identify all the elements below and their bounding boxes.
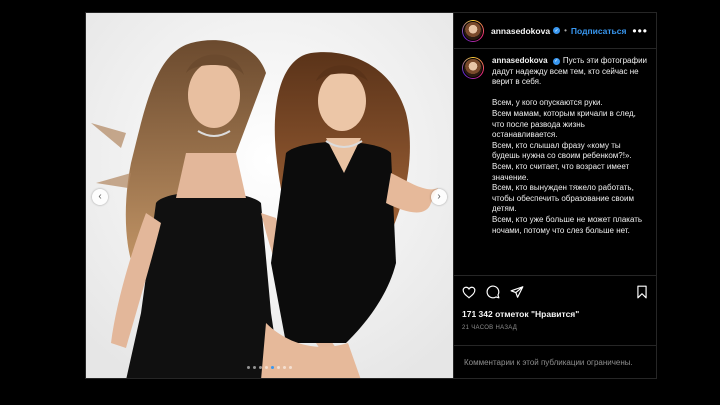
- heart-icon[interactable]: [462, 286, 476, 299]
- post-timestamp[interactable]: 21 ЧАСОВ НАЗАД: [454, 319, 656, 331]
- post-photo-carousel[interactable]: ‹ ›: [86, 13, 453, 378]
- caption-avatar[interactable]: [462, 57, 484, 79]
- carousel-dot: [253, 366, 256, 369]
- chevron-left-icon[interactable]: ‹: [92, 189, 108, 205]
- username-link[interactable]: annasedokova: [491, 26, 550, 36]
- post-photo: [86, 13, 453, 378]
- comments-disabled-notice: Комментарии к этой публикации ограничены…: [454, 345, 656, 378]
- caption-text: Пусть эти фотографии дадут надежду всем …: [492, 56, 648, 235]
- instagram-post: ‹ › annasedokova ✓ • Подписаться ••• ann…: [85, 12, 657, 379]
- comment-icon[interactable]: [486, 285, 500, 299]
- more-options-icon[interactable]: •••: [632, 24, 648, 38]
- action-bar: [454, 275, 656, 308]
- carousel-dot: [265, 366, 268, 369]
- carousel-dot: [283, 366, 286, 369]
- follow-button[interactable]: Подписаться: [571, 26, 627, 36]
- chevron-right-icon[interactable]: ›: [431, 189, 447, 205]
- verified-badge-icon: ✓: [553, 27, 561, 34]
- caption-verified-badge-icon: ✓: [552, 57, 560, 65]
- carousel-dot: [277, 366, 280, 369]
- bookmark-icon[interactable]: [636, 285, 648, 299]
- carousel-dot: [259, 366, 262, 369]
- post-header: annasedokova ✓ • Подписаться •••: [454, 13, 656, 49]
- carousel-dot: [271, 366, 274, 369]
- carousel-dot: [289, 366, 292, 369]
- caption-text-block: annasedokova ✓ Пусть эти фотографии дадут…: [492, 56, 648, 275]
- carousel-dot: [247, 366, 250, 369]
- carousel-indicator: [86, 366, 453, 369]
- caption-username-link[interactable]: annasedokova: [492, 56, 548, 65]
- post-side-panel: annasedokova ✓ • Подписаться ••• annased…: [453, 13, 656, 378]
- likes-count[interactable]: 171 342 отметок "Нравится": [454, 309, 656, 319]
- avatar[interactable]: [462, 19, 484, 42]
- separator-dot: •: [564, 26, 567, 35]
- post-caption: annasedokova ✓ Пусть эти фотографии дадут…: [454, 49, 656, 275]
- share-icon[interactable]: [510, 285, 524, 299]
